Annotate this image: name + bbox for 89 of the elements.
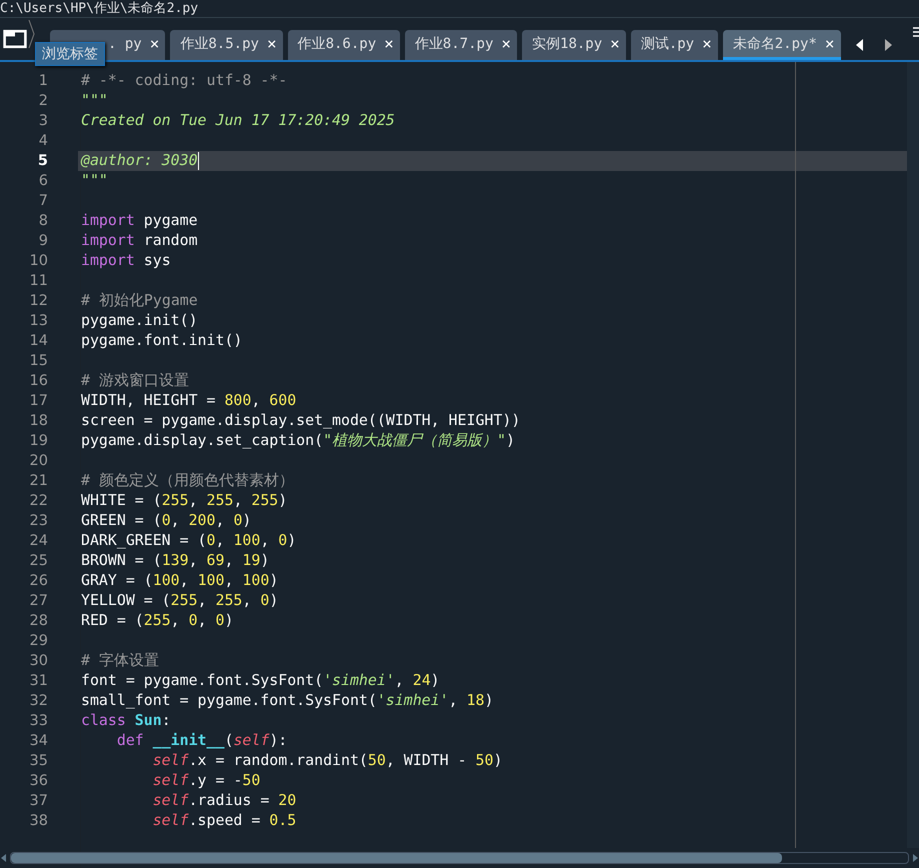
line-number: 13 bbox=[30, 312, 48, 331]
line-number: 1 bbox=[38, 72, 48, 91]
line-number: 22 bbox=[30, 492, 48, 511]
code-line: GRAY = (100, 100, 100) bbox=[81, 571, 278, 589]
close-icon[interactable]: × bbox=[702, 34, 712, 53]
tab[interactable]: 作业8.6.py × bbox=[288, 30, 400, 60]
line-number: 18 bbox=[30, 412, 48, 431]
close-icon[interactable]: × bbox=[824, 34, 835, 53]
scroll-right-icon[interactable] bbox=[911, 852, 919, 864]
close-icon[interactable]: × bbox=[501, 34, 512, 53]
line-number: 3 bbox=[38, 112, 48, 131]
code-line: self.x = random.randint(50, WIDTH - 50) bbox=[152, 751, 502, 769]
tooltip: 浏览标签 bbox=[35, 42, 105, 66]
close-icon[interactable]: × bbox=[266, 34, 277, 53]
text-cursor bbox=[198, 152, 199, 170]
code-line: import sys bbox=[81, 251, 171, 269]
line-number: 2 bbox=[38, 92, 48, 111]
line-number: 33 bbox=[30, 712, 48, 731]
line-number: 19 bbox=[30, 432, 48, 451]
line-number: 35 bbox=[30, 752, 48, 771]
line-number: 30 bbox=[30, 652, 48, 671]
tab[interactable]: 实例18.py × bbox=[522, 30, 626, 60]
line-number: 24 bbox=[30, 532, 48, 551]
code-line: pygame.display.set_caption("植物大战僵尸（简易版）") bbox=[81, 431, 515, 450]
code-line: YELLOW = (255, 255, 0) bbox=[81, 591, 278, 609]
code-line: screen = pygame.display.set_mode((WIDTH, HEIGHT)) bbox=[81, 411, 520, 429]
line-number: 12 bbox=[30, 292, 48, 311]
code-line: font = pygame.font.SysFont('simhei', 24) bbox=[81, 671, 440, 689]
tab[interactable]: 测试.py × bbox=[630, 30, 718, 60]
line-number: 5 bbox=[38, 152, 48, 171]
code-line: RED = (255, 0, 0) bbox=[81, 611, 234, 629]
code-line: pygame.font.init() bbox=[81, 331, 242, 349]
line-number: 15 bbox=[30, 352, 48, 371]
line-number: 10 bbox=[30, 252, 48, 271]
line-number: 26 bbox=[30, 572, 48, 591]
code-line: WIDTH, HEIGHT = 800, 600 bbox=[81, 391, 296, 409]
code-line: DARK_GREEN = (0, 100, 0) bbox=[81, 531, 296, 549]
code-line: BROWN = (139, 69, 19) bbox=[81, 551, 270, 569]
line-number: 34 bbox=[30, 732, 48, 751]
line-number: 27 bbox=[30, 592, 48, 611]
line-number: 11 bbox=[30, 272, 48, 291]
code-line: GREEN = (0, 200, 0) bbox=[81, 511, 252, 529]
line-number: 29 bbox=[30, 632, 48, 651]
code-line: self.y = -50 bbox=[152, 771, 260, 789]
line-number: 38 bbox=[30, 812, 48, 831]
line-number: 37 bbox=[30, 792, 48, 811]
code-line: class Sun: bbox=[81, 711, 171, 729]
tab[interactable]: 未命名2.py* × bbox=[722, 30, 841, 60]
line-number: 31 bbox=[30, 672, 48, 691]
code-line: # 字体设置 bbox=[81, 651, 159, 670]
code-line: def __init__(self): bbox=[116, 731, 288, 749]
close-icon[interactable]: × bbox=[384, 34, 394, 53]
code-line: pygame.init() bbox=[81, 311, 198, 329]
close-icon[interactable]: × bbox=[150, 34, 160, 53]
code-line: WHITE = (255, 255, 255) bbox=[81, 491, 288, 509]
code-line: Created on Tue Jun 17 17:20:49 2025 bbox=[81, 111, 395, 129]
line-number: 14 bbox=[30, 332, 48, 351]
code-line: import random bbox=[81, 231, 198, 249]
vertical-scrollbar[interactable] bbox=[907, 62, 919, 848]
line-number: 4 bbox=[38, 132, 48, 151]
code-line: # -*- coding: utf-8 -*- bbox=[81, 71, 288, 89]
line-number: 17 bbox=[30, 392, 48, 411]
line-number: 25 bbox=[30, 552, 48, 571]
code-line: # 初始化Pygame bbox=[81, 291, 198, 310]
line-number: 8 bbox=[38, 212, 48, 231]
code-line: # 颜色定义（用颜色代替素材） bbox=[81, 471, 294, 490]
code-line: # 游戏窗口设置 bbox=[81, 371, 189, 390]
close-icon[interactable]: × bbox=[610, 34, 620, 53]
code-line: self.radius = 20 bbox=[152, 791, 296, 809]
line-number: 32 bbox=[30, 692, 48, 711]
horizontal-scrollbar[interactable] bbox=[10, 852, 909, 864]
tab[interactable]: 作业8.7.py × bbox=[404, 30, 518, 60]
line-number: 16 bbox=[30, 372, 48, 391]
line-number: 36 bbox=[30, 772, 48, 791]
line-number: 20 bbox=[30, 452, 48, 471]
line-number: 9 bbox=[38, 232, 48, 251]
code-line: @author: 3030 bbox=[81, 151, 198, 169]
line-number: 23 bbox=[30, 512, 48, 531]
code-line: """ bbox=[81, 171, 108, 189]
line-number: 21 bbox=[30, 472, 48, 491]
line-number: 28 bbox=[30, 612, 48, 631]
code-line: self.speed = 0.5 bbox=[152, 811, 296, 829]
code-line: import pygame bbox=[81, 211, 198, 229]
line-number: 6 bbox=[38, 172, 48, 191]
line-number: 7 bbox=[38, 192, 48, 211]
tab[interactable]: 作业8.5.py × bbox=[170, 30, 283, 60]
file-path: C:\Users\HP\作业\未命名2.py bbox=[0, 0, 198, 17]
code-line: """ bbox=[81, 91, 108, 109]
code-line: small_font = pygame.font.SysFont('simhei', 18) bbox=[81, 691, 494, 709]
